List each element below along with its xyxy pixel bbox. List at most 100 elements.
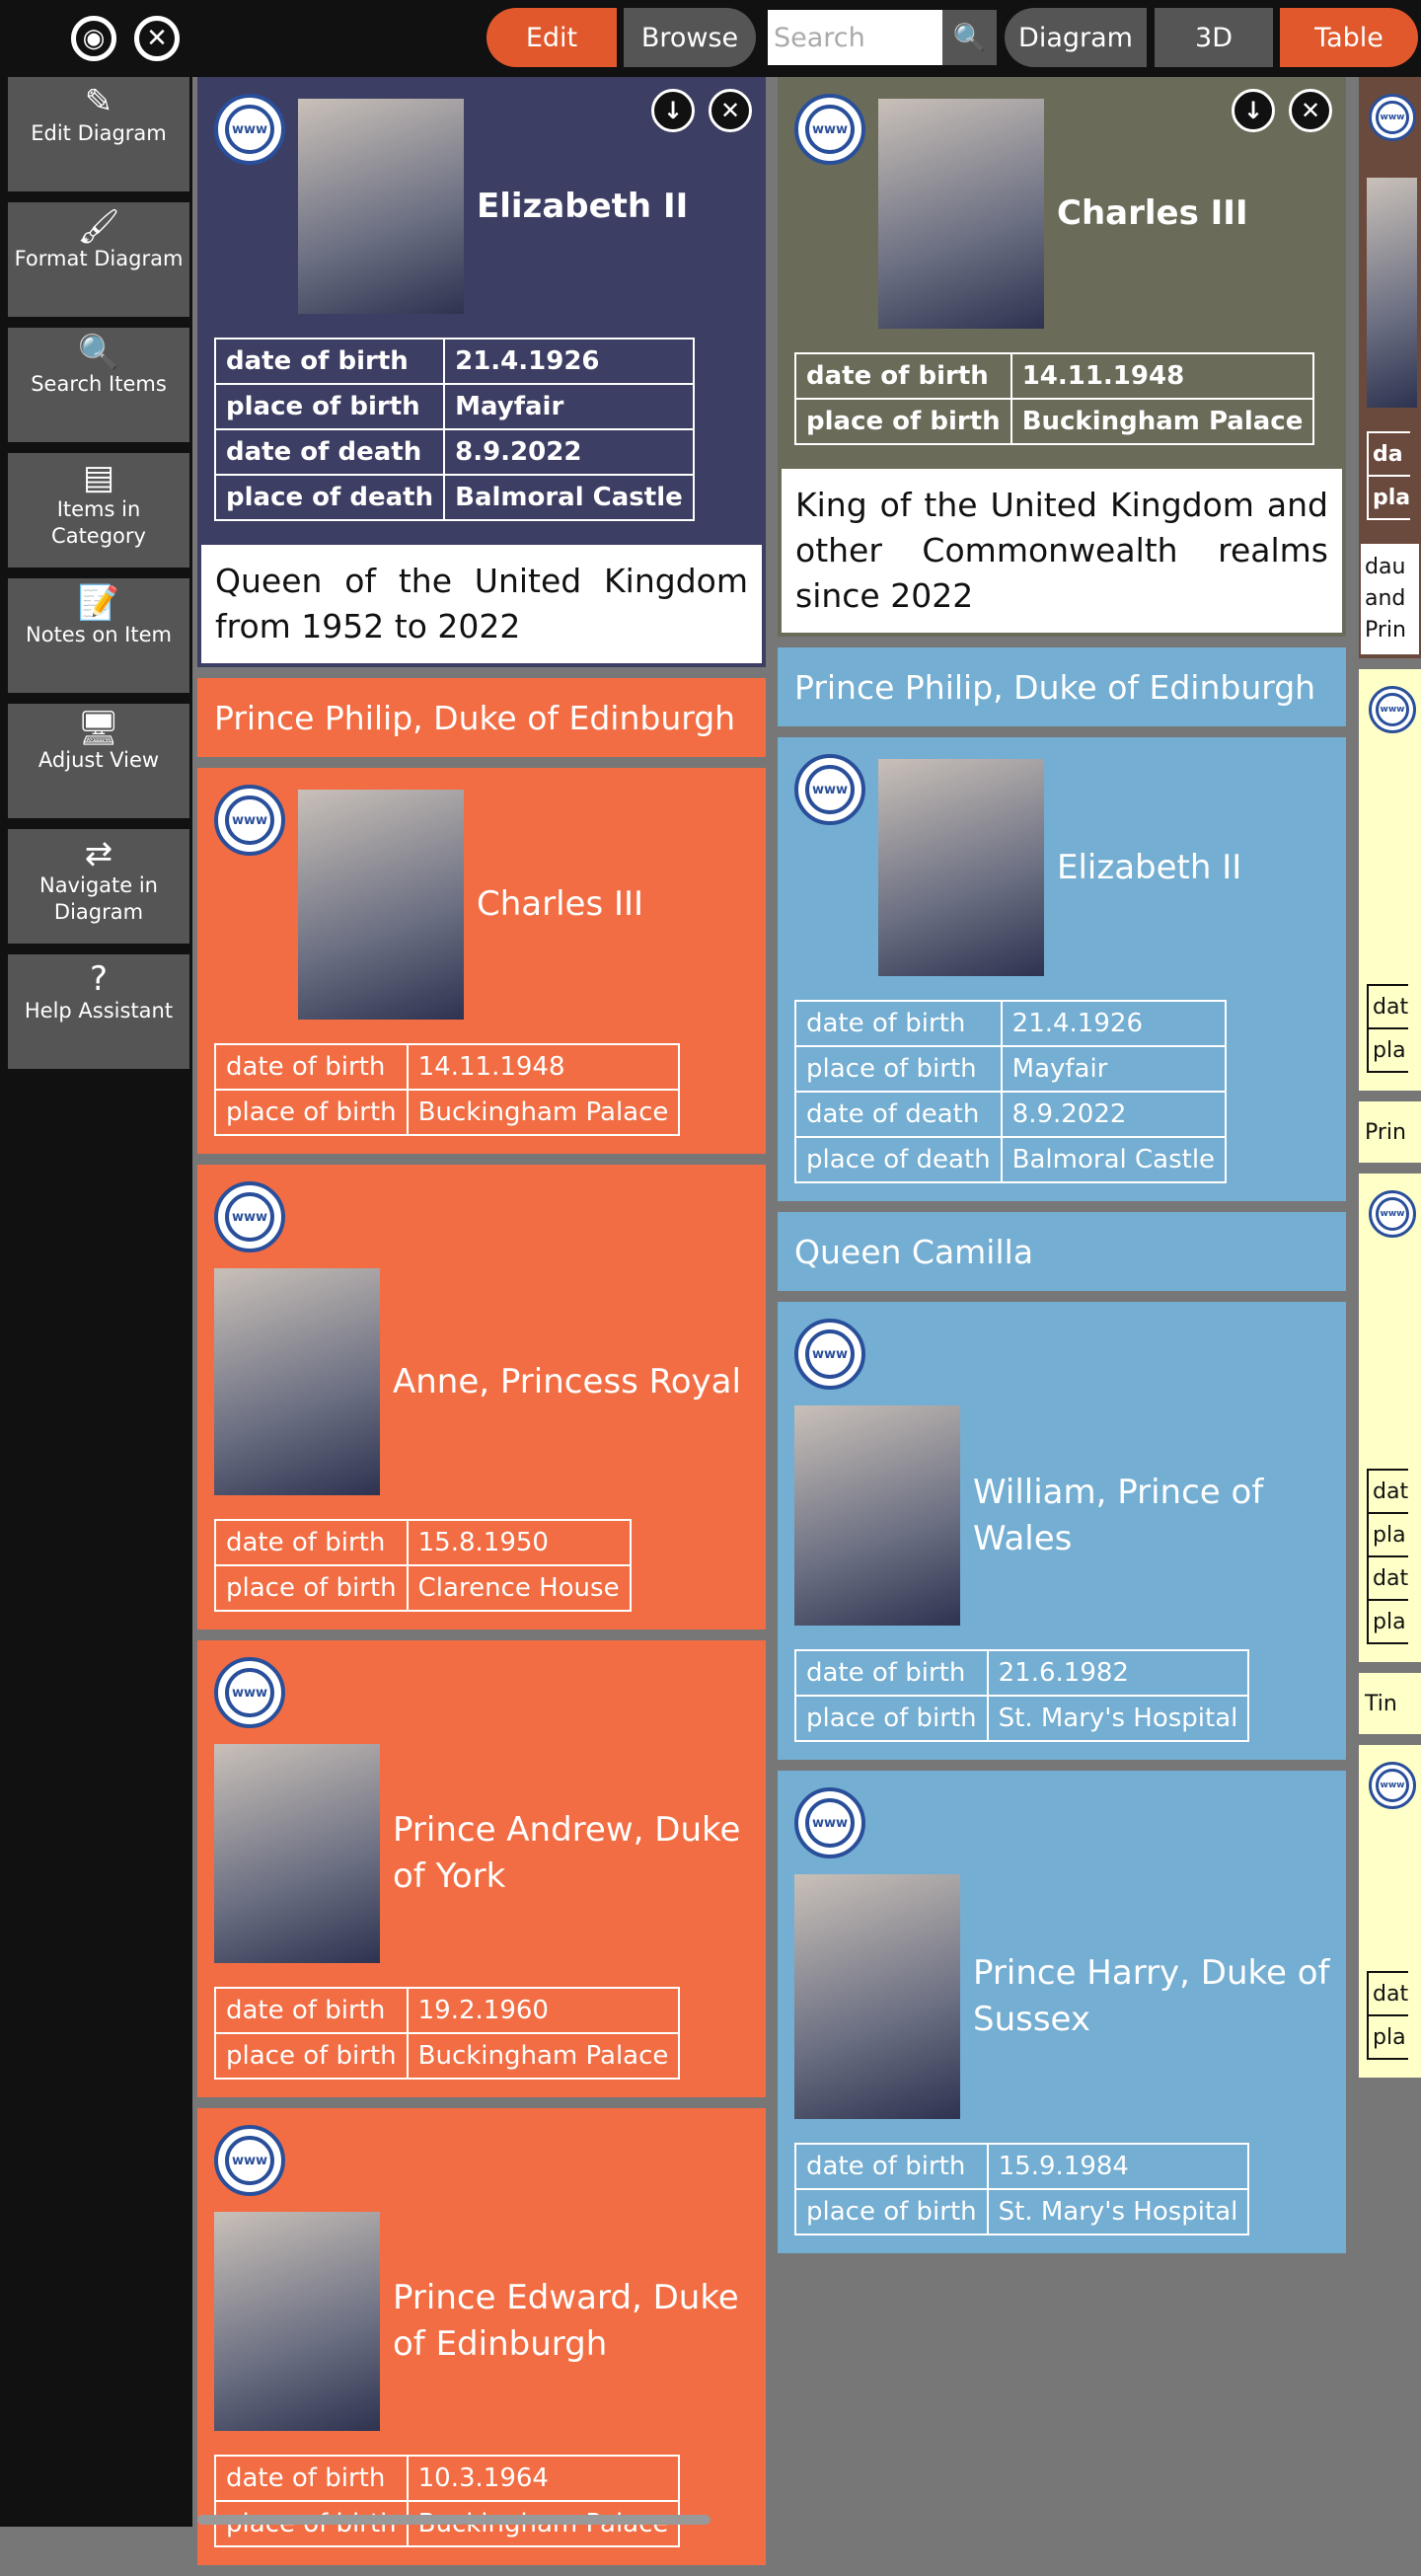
item-card[interactable]: www Charles III date of birth 14.11.1948 pla… [197, 768, 766, 1154]
facts-table: date of birth10.3.1964place of birthBuck… [214, 2455, 681, 2547]
item-description: King of the United Kingdom and other Com… [782, 469, 1342, 633]
item-card[interactable]: www Prince Andrew, Duke of York date of bi… [197, 1640, 766, 2097]
portrait-photo [1367, 178, 1417, 408]
item-card[interactable]: www dat pla [1359, 669, 1421, 1091]
fact-value: 8.9.2022 [1000, 1091, 1228, 1138]
portrait-photo [214, 1744, 380, 1963]
diagram-button[interactable]: Diagram [1005, 8, 1147, 67]
facts-row: pla [1366, 1512, 1409, 1557]
close-icon[interactable]: ✕ [134, 16, 180, 61]
target-icon[interactable]: ◉ [71, 16, 116, 61]
website-icon[interactable]: www [794, 1787, 865, 1858]
search-input[interactable] [768, 10, 942, 65]
item-name[interactable]: Prince Harry, Duke of Sussex [960, 1950, 1346, 2043]
website-icon[interactable]: www [794, 754, 865, 825]
item-name[interactable]: Prince Edward, Duke of Edinburgh [380, 2275, 766, 2368]
item-card[interactable]: www dat pla dat pla [1359, 1174, 1421, 1662]
fact-label: date of birth [794, 2143, 989, 2190]
portrait-photo [298, 790, 464, 1020]
fact-label: dat [1366, 1971, 1409, 2016]
facts-table: date of birth 14.11.1948 place of birth Buc… [214, 1043, 681, 1136]
website-icon[interactable]: www [1369, 686, 1416, 733]
sidebar-item-label: Notes on Item [26, 623, 172, 646]
globe-icon: www [805, 765, 855, 814]
relation-header[interactable]: Prin [1359, 1101, 1421, 1163]
fact-label: place of birth [794, 2188, 989, 2235]
fact-label: date of death [213, 428, 446, 476]
facts-row: place of death Balmoral Castle [794, 1136, 1228, 1183]
globe-icon: www [805, 1798, 855, 1848]
column-2: www ↓ ✕ Charles III date of birth 14.11.1948 p… [778, 77, 1346, 2264]
item-name[interactable]: Elizabeth II [464, 184, 688, 230]
item-description: dau and Prin [1361, 544, 1419, 654]
website-icon[interactable]: www [1369, 94, 1416, 141]
sidebar-item-adjust-view[interactable]: 🖥 Adjust View [8, 704, 189, 818]
fact-value: Buckingham Palace [1010, 398, 1315, 445]
fact-value: 14.11.1948 [1010, 352, 1315, 400]
item-name[interactable]: William, Prince of Wales [960, 1470, 1346, 1562]
portrait-photo [878, 759, 1044, 976]
website-icon[interactable]: www [214, 1181, 285, 1252]
sidebar-item-format-diagram[interactable]: 🖌 Format Diagram [8, 202, 189, 317]
facts-row: date of birth 15.8.1950 [214, 1519, 632, 1566]
close-card-icon[interactable]: ✕ [709, 89, 752, 132]
item-name[interactable]: Prince Andrew, Duke of York [380, 1807, 766, 1900]
item-name[interactable]: Charles III [464, 881, 643, 928]
website-icon[interactable]: www [794, 94, 865, 165]
item-card[interactable]: www Anne, Princess Royal date of birth 15.8… [197, 1165, 766, 1629]
facts-row: dat [1366, 1971, 1409, 2016]
sidebar-item-items-in-category[interactable]: ▤ Items in Category [8, 453, 189, 568]
card-header: Elizabeth II [298, 99, 766, 314]
portrait-photo [794, 1405, 960, 1626]
item-name[interactable]: Charles III [1044, 190, 1248, 237]
list-icon: ▤ [82, 458, 115, 497]
item-name[interactable]: Anne, Princess Royal [380, 1359, 741, 1405]
fact-label: place of birth [794, 1695, 989, 1742]
item-card[interactable]: www dat pla [1359, 1745, 1421, 2078]
expand-down-icon[interactable]: ↓ [1232, 89, 1275, 132]
fact-value: Clarence House [406, 1564, 632, 1612]
item-card[interactable]: www Prince Harry, Duke of Sussex date of b… [778, 1771, 1346, 2253]
item-card[interactable]: www ↓ ✕ Charles III date of birth 14.11.1948 p… [778, 77, 1346, 637]
facts-table: dat pla [1366, 984, 1409, 1073]
item-card[interactable]: www William, Prince of Wales date of birth… [778, 1302, 1346, 1760]
fact-label: date of death [794, 1091, 1003, 1138]
sidebar-item-search-items[interactable]: 🔍 Search Items [8, 328, 189, 442]
website-icon[interactable]: www [1369, 1762, 1416, 1809]
item-card[interactable]: www da pla dau and Prin [1359, 77, 1421, 658]
website-icon[interactable]: www [214, 2125, 285, 2196]
fact-label: date of birth [794, 1649, 989, 1697]
edit-button[interactable]: Edit [486, 8, 617, 67]
sidebar-item-edit-diagram[interactable]: ✎ Edit Diagram [8, 77, 189, 191]
3d-button[interactable]: 3D [1155, 8, 1273, 67]
expand-down-icon[interactable]: ↓ [651, 89, 695, 132]
website-icon[interactable]: www [1369, 1190, 1416, 1238]
fact-value: 21.4.1926 [443, 338, 695, 385]
search-button[interactable]: 🔍 [942, 10, 997, 65]
relation-header[interactable]: Queen Camilla [778, 1212, 1346, 1291]
sidebar-item-notes-on-item[interactable]: 📝 Notes on Item [8, 578, 189, 693]
relation-header[interactable]: Prince Philip, Duke of Edinburgh [197, 678, 766, 757]
facts-row: pla [1366, 1599, 1409, 1644]
item-card[interactable]: www Prince Edward, Duke of Edinburgh date … [197, 2108, 766, 2565]
fact-label: date of birth [214, 1043, 409, 1091]
horizontal-scrollbar[interactable] [197, 2515, 710, 2525]
sidebar-item-navigate-in-diagram[interactable]: ⇄ Navigate in Diagram [8, 829, 189, 944]
table-button[interactable]: Table [1280, 8, 1418, 67]
website-icon[interactable]: www [214, 94, 285, 165]
item-card[interactable]: www Elizabeth II date of birth 21.4.1926 pla… [778, 737, 1346, 1201]
close-card-icon[interactable]: ✕ [1289, 89, 1332, 132]
website-icon[interactable]: www [794, 1319, 865, 1390]
website-icon[interactable]: www [214, 785, 285, 856]
item-card[interactable]: www ↓ ✕ Elizabeth II date of birth 21.4.1926 p… [197, 77, 766, 667]
relation-header[interactable]: Tin [1359, 1673, 1421, 1734]
item-name[interactable]: Elizabeth II [1044, 845, 1241, 891]
facts-row: date of death 8.9.2022 [213, 428, 695, 476]
card-header: Prince Harry, Duke of Sussex [794, 1874, 1346, 2119]
browse-button[interactable]: Browse [624, 8, 756, 67]
fact-value: 21.6.1982 [986, 1649, 1250, 1697]
sidebar-item-help-assistant[interactable]: ? Help Assistant [8, 954, 189, 1069]
relation-header[interactable]: Prince Philip, Duke of Edinburgh [778, 647, 1346, 726]
fact-label: pla [1366, 1599, 1409, 1644]
website-icon[interactable]: www [214, 1657, 285, 1728]
